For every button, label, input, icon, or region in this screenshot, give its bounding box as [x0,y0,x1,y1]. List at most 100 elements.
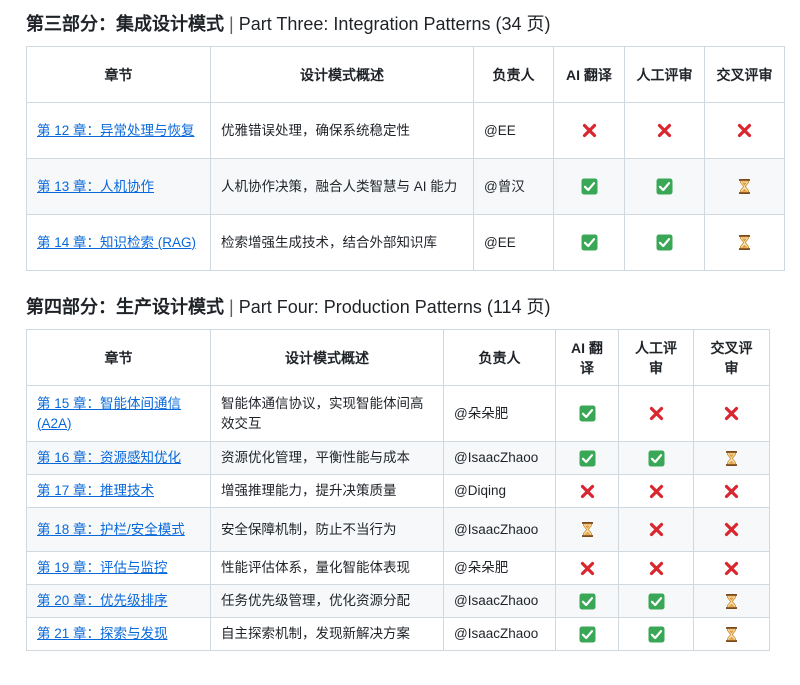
check-mark-icon [579,405,596,422]
ai-status-cell [555,441,619,475]
header-cross-review: 交叉评审 [704,46,785,103]
chapter-cell: 第 20 章：优先级排序 [26,584,211,618]
chapter-link[interactable]: 第 15 章：智能体间通信 (A2A) [37,396,181,431]
section-title-cn: 第四部分：生产设计模式 [26,297,224,317]
header-cross-review: 交叉评审 [693,329,770,386]
summary-cell: 资源优化管理，平衡性能与成本 [210,441,444,475]
human-status-cell [618,584,694,618]
ai-status-cell [555,617,619,651]
chapter-cell: 第 15 章：智能体间通信 (A2A) [26,385,211,442]
chapter-link[interactable]: 第 20 章：优先级排序 [37,593,168,608]
table-row: 第 12 章：异常处理与恢复 优雅错误处理，确保系统稳定性 @EE [26,102,785,159]
check-mark-icon [579,626,596,643]
cross-mark-icon [579,560,596,577]
table-header-row: 章节 设计模式概述 负责人 AI 翻译 人工评审 交叉评审 [26,46,785,103]
check-mark-icon [579,450,596,467]
human-status-cell [624,214,705,271]
table-row: 第 16 章：资源感知优化 资源优化管理，平衡性能与成本 @IsaacZhaoo [26,441,770,475]
cross-status-cell [693,441,770,475]
hourglass-icon [736,178,753,195]
title-separator: | [229,297,234,317]
chapter-cell: 第 21 章：探索与发现 [26,617,211,651]
cross-mark-icon [648,405,665,422]
cross-mark-icon [736,122,753,139]
chapter-link[interactable]: 第 18 章：护栏/安全模式 [37,522,185,537]
owner-cell: @朵朵肥 [443,385,556,442]
header-ai-translation: AI 翻译 [555,329,619,386]
title-separator: | [229,14,234,34]
integration-patterns-table: 章节 设计模式概述 负责人 AI 翻译 人工评审 交叉评审 第 12 章：异常处… [26,46,785,271]
table-row: 第 18 章：护栏/安全模式 安全保障机制，防止不当行为 @IsaacZhaoo [26,507,770,552]
chapter-link[interactable]: 第 16 章：资源感知优化 [37,450,181,465]
header-chapter: 章节 [26,46,211,103]
owner-cell: @朵朵肥 [443,551,556,585]
section-title-part-four: 第四部分：生产设计模式 | Part Four: Production Patt… [26,293,551,319]
hourglass-icon [579,521,596,538]
summary-cell: 增强推理能力，提升决策质量 [210,474,444,508]
cross-mark-icon [723,521,740,538]
summary-cell: 检索增强生成技术，结合外部知识库 [210,214,474,271]
chapter-link[interactable]: 第 14 章：知识检索 (RAG) [37,235,196,250]
header-owner: 负责人 [443,329,556,386]
cross-status-cell [693,474,770,508]
table-row: 第 17 章：推理技术 增强推理能力，提升决策质量 @Diqing [26,474,770,508]
owner-cell: @IsaacZhaoo [443,584,556,618]
check-mark-icon [581,178,598,195]
summary-cell: 人机协作决策，融合人类智慧与 AI 能力 [210,158,474,215]
check-mark-icon [579,593,596,610]
chapter-cell: 第 13 章：人机协作 [26,158,211,215]
ai-status-cell [555,474,619,508]
cross-mark-icon [723,405,740,422]
hourglass-icon [723,450,740,467]
section-title-en: Part Three: Integration Patterns (34 页) [238,14,551,34]
check-mark-icon [648,626,665,643]
summary-cell: 任务优先级管理，优化资源分配 [210,584,444,618]
cross-status-cell [693,385,770,442]
chapter-link[interactable]: 第 13 章：人机协作 [37,179,154,194]
table-row: 第 21 章：探索与发现 自主探索机制，发现新解决方案 @IsaacZhaoo [26,617,770,651]
human-status-cell [618,551,694,585]
chapter-cell: 第 17 章：推理技术 [26,474,211,508]
cross-status-cell [693,507,770,552]
human-status-cell [618,441,694,475]
ai-status-cell [555,584,619,618]
header-summary: 设计模式概述 [210,329,444,386]
chapter-cell: 第 18 章：护栏/安全模式 [26,507,211,552]
ai-status-cell [553,214,625,271]
owner-cell: @EE [473,214,554,271]
table-row: 第 13 章：人机协作 人机协作决策，融合人类智慧与 AI 能力 @曾汉 [26,158,785,215]
owner-cell: @IsaacZhaoo [443,441,556,475]
cross-mark-icon [648,483,665,500]
chapter-cell: 第 14 章：知识检索 (RAG) [26,214,211,271]
owner-cell: @EE [473,102,554,159]
ai-status-cell [555,507,619,552]
chapter-link[interactable]: 第 21 章：探索与发现 [37,626,168,641]
owner-cell: @曾汉 [473,158,554,215]
chapter-cell: 第 16 章：资源感知优化 [26,441,211,475]
section-title-part-three: 第三部分：集成设计模式 | Part Three: Integration Pa… [26,10,551,36]
human-status-cell [624,102,705,159]
check-mark-icon [656,234,673,251]
cross-mark-icon [581,122,598,139]
table-row: 第 20 章：优先级排序 任务优先级管理，优化资源分配 @IsaacZhaoo [26,584,770,618]
ai-status-cell [555,551,619,585]
owner-cell: @Diqing [443,474,556,508]
owner-cell: @IsaacZhaoo [443,507,556,552]
chapter-link[interactable]: 第 17 章：推理技术 [37,483,154,498]
summary-cell: 性能评估体系，量化智能体表现 [210,551,444,585]
chapter-cell: 第 12 章：异常处理与恢复 [26,102,211,159]
cross-status-cell [704,214,785,271]
cross-status-cell [693,551,770,585]
summary-cell: 安全保障机制，防止不当行为 [210,507,444,552]
hourglass-icon [723,593,740,610]
table-row: 第 14 章：知识检索 (RAG) 检索增强生成技术，结合外部知识库 @EE [26,214,785,271]
cross-mark-icon [648,560,665,577]
owner-cell: @IsaacZhaoo [443,617,556,651]
check-mark-icon [656,178,673,195]
check-mark-icon [648,593,665,610]
cross-mark-icon [648,521,665,538]
chapter-link[interactable]: 第 12 章：异常处理与恢复 [37,123,195,138]
section-title-en: Part Four: Production Patterns (114 页) [238,297,551,317]
cross-mark-icon [723,560,740,577]
chapter-link[interactable]: 第 19 章：评估与监控 [37,560,168,575]
